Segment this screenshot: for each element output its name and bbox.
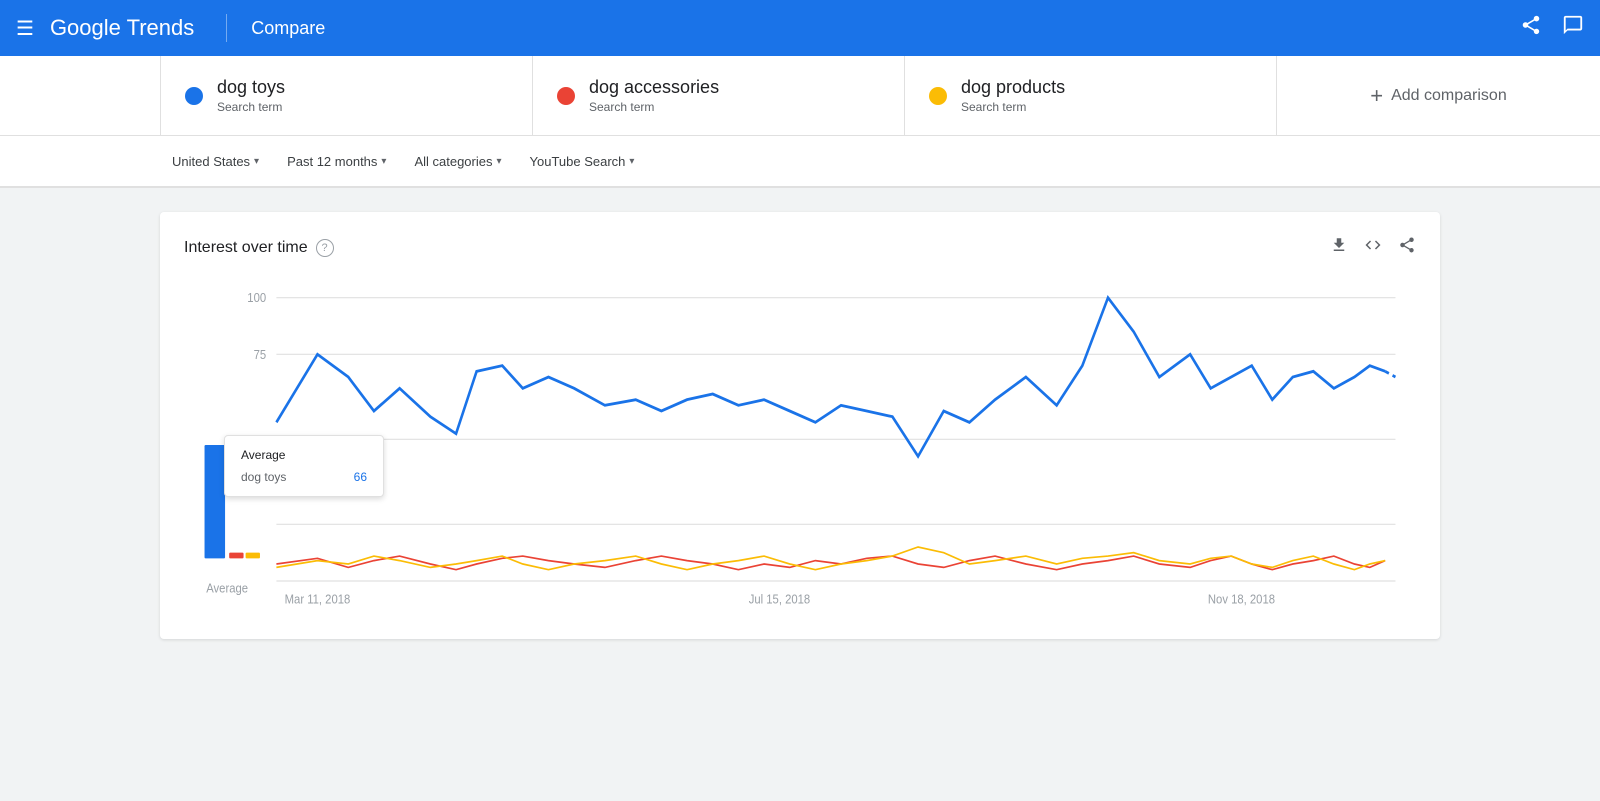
- chart-tooltip: Average dog toys 66: [224, 435, 384, 497]
- dog-toys-color-dot: [185, 87, 203, 105]
- svg-text:75: 75: [254, 347, 267, 362]
- filter-search-type-label: YouTube Search: [530, 154, 626, 169]
- chart-wrapper: Average dog toys 66 100 75 25: [184, 275, 1416, 615]
- search-term-dog-accessories[interactable]: dog accessories Search term: [533, 56, 905, 135]
- dog-accessories-type: Search term: [589, 100, 719, 114]
- filter-search-type[interactable]: YouTube Search ▾: [518, 146, 647, 177]
- filter-time-label: Past 12 months: [287, 154, 377, 169]
- help-icon[interactable]: ?: [316, 239, 334, 257]
- card-title: Interest over time: [184, 239, 308, 257]
- dog-accessories-text: dog accessories Search term: [589, 77, 719, 114]
- search-term-dog-toys[interactable]: dog toys Search term: [160, 56, 533, 135]
- add-comparison-label: Add comparison: [1391, 87, 1507, 105]
- svg-text:100: 100: [247, 291, 266, 306]
- download-icon[interactable]: [1330, 236, 1348, 259]
- app-logo: Google Trends: [50, 15, 194, 41]
- search-terms-bar: dog toys Search term dog accessories Sea…: [0, 56, 1600, 136]
- filters-bar: United States ▾ Past 12 months ▾ All cat…: [0, 136, 1600, 188]
- filter-category[interactable]: All categories ▾: [402, 146, 513, 177]
- card-title-row: Interest over time ?: [184, 239, 334, 257]
- compare-label: Compare: [251, 18, 325, 39]
- dog-products-color-dot: [929, 87, 947, 105]
- filter-location-label: United States: [172, 154, 250, 169]
- dog-toys-type: Search term: [217, 100, 285, 114]
- svg-text:Nov 18, 2018: Nov 18, 2018: [1208, 592, 1275, 607]
- chevron-down-icon: ▾: [254, 156, 259, 167]
- tooltip-title: Average: [241, 448, 367, 462]
- menu-icon[interactable]: ☰: [16, 16, 34, 41]
- filter-category-label: All categories: [414, 154, 492, 169]
- app-header: ☰ Google Trends Compare: [0, 0, 1600, 56]
- search-term-dog-products[interactable]: dog products Search term: [905, 56, 1277, 135]
- interest-over-time-card: Interest over time ? Average: [160, 212, 1440, 639]
- filter-location[interactable]: United States ▾: [160, 146, 271, 177]
- svg-text:Average: Average: [206, 581, 248, 596]
- share-chart-icon[interactable]: [1398, 236, 1416, 259]
- add-icon: +: [1370, 83, 1383, 109]
- card-header: Interest over time ?: [184, 236, 1416, 259]
- chevron-down-icon: ▾: [381, 156, 386, 167]
- tooltip-label: dog toys: [241, 470, 286, 484]
- filter-time[interactable]: Past 12 months ▾: [275, 146, 398, 177]
- dog-products-name: dog products: [961, 77, 1065, 98]
- card-actions: [1330, 236, 1416, 259]
- chevron-down-icon: ▾: [629, 156, 634, 167]
- chevron-down-icon: ▾: [496, 156, 501, 167]
- dog-toys-text: dog toys Search term: [217, 77, 285, 114]
- main-content: Interest over time ? Average: [0, 188, 1600, 663]
- header-actions: [1520, 14, 1584, 42]
- dog-accessories-name: dog accessories: [589, 77, 719, 98]
- tooltip-value: 66: [354, 470, 367, 484]
- svg-text:Mar 11, 2018: Mar 11, 2018: [285, 592, 351, 607]
- dog-products-text: dog products Search term: [961, 77, 1065, 114]
- dog-accessories-color-dot: [557, 87, 575, 105]
- header-divider: [226, 14, 227, 42]
- feedback-icon[interactable]: [1562, 14, 1584, 42]
- add-comparison-button[interactable]: + Add comparison: [1277, 56, 1600, 135]
- tooltip-row: dog toys 66: [241, 470, 367, 484]
- dog-products-type: Search term: [961, 100, 1065, 114]
- embed-icon[interactable]: [1364, 236, 1382, 259]
- svg-text:Jul 15, 2018: Jul 15, 2018: [749, 592, 811, 607]
- share-icon[interactable]: [1520, 14, 1542, 42]
- dog-toys-name: dog toys: [217, 77, 285, 98]
